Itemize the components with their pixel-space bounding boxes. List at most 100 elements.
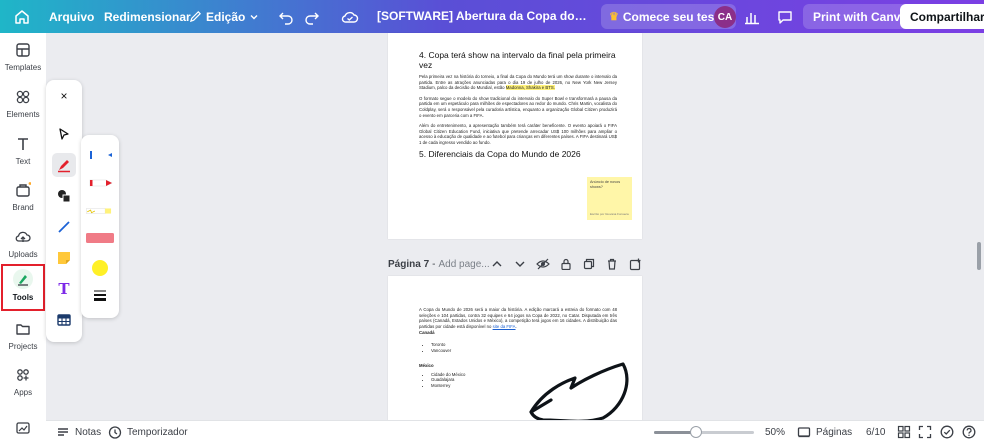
lock-page-button[interactable] [559, 257, 573, 271]
timer-icon [108, 426, 122, 439]
stroke-weight-button[interactable] [83, 283, 117, 307]
home-button[interactable] [14, 0, 30, 33]
duplicate-page-button[interactable] [582, 257, 596, 271]
menu-edicao[interactable]: Edição [189, 0, 259, 33]
help-button[interactable] [962, 421, 976, 443]
sticky-note-icon [58, 252, 70, 264]
freehand-drawing[interactable] [523, 362, 633, 422]
add-page-title-input[interactable]: Add page... [438, 259, 489, 270]
pencil-icon [189, 11, 201, 23]
menu-redimensionar[interactable]: Redimensionar [104, 0, 191, 33]
pages-icon [797, 427, 811, 438]
magic-media-icon[interactable] [15, 420, 31, 436]
page-6-canvas[interactable]: 4. Copa terá show na intervalo da final … [388, 33, 642, 239]
separator: - [432, 258, 436, 270]
grid-icon [897, 425, 911, 439]
draw-tool-button[interactable] [52, 153, 76, 177]
fullscreen-button[interactable] [918, 421, 932, 443]
upload-icon [14, 228, 32, 246]
sidebar-item-label: Projects [8, 342, 38, 351]
delete-page-button[interactable] [605, 257, 619, 271]
page-7-header: Página 7 - Add page... [388, 256, 642, 272]
table-icon [57, 314, 71, 326]
insights-button[interactable] [744, 0, 760, 33]
pen-icon [90, 151, 112, 159]
sidebar-item-templates[interactable]: Templates [0, 41, 46, 72]
table-tool-button[interactable] [52, 308, 76, 332]
sidebar-item-elements[interactable]: Elements [0, 88, 46, 119]
zoom-level[interactable]: 50% [765, 421, 785, 443]
pages-label: Páginas [816, 426, 853, 438]
sidebar-item-text[interactable]: Text [0, 135, 46, 166]
help-icon [962, 425, 976, 439]
sidebar-item-label: Brand [12, 203, 34, 212]
menu-arquivo[interactable]: Arquivo [49, 0, 94, 33]
eraser-button[interactable] [83, 226, 117, 250]
pen-red-button[interactable] [83, 171, 117, 195]
add-page-button[interactable] [628, 257, 642, 271]
pen-blue-button[interactable] [83, 143, 117, 167]
color-picker-button[interactable] [83, 256, 117, 280]
paragraph: Além do entretenimento, a apresentação t… [419, 123, 617, 145]
page-6-text[interactable]: 4. Copa terá show na intervalo da final … [419, 50, 617, 159]
add-page-icon [629, 258, 640, 270]
section-heading-5: 5. Diferenciais da Copa do Mundo de 2026 [419, 148, 581, 159]
select-tool-button[interactable] [52, 122, 76, 146]
text-tool-button[interactable]: T [52, 277, 76, 301]
menu-edicao-label: Edição [206, 9, 246, 24]
sidebar-item-label: Templates [4, 63, 42, 72]
redo-button[interactable] [304, 0, 320, 33]
tools-icon [13, 269, 33, 289]
share-button[interactable]: Compartilhar [900, 4, 984, 29]
trial-button-label: Comece seu test... [622, 9, 729, 24]
move-page-down-button[interactable] [513, 257, 527, 271]
sticky-note-tool-button[interactable] [52, 246, 76, 270]
comments-button[interactable] [777, 0, 793, 33]
document-title[interactable]: [SOFTWARE] Abertura da Copa do Mundo hoj… [377, 0, 587, 33]
sidebar-item-apps[interactable]: Apps [0, 366, 46, 397]
fifa-site-link[interactable]: site da FIFA [493, 324, 516, 329]
bar-chart-icon [745, 12, 759, 24]
shapes-tool-button[interactable] [52, 184, 76, 208]
fullscreen-icon [918, 425, 932, 439]
undo-button[interactable] [278, 0, 294, 33]
timer-button[interactable]: Temporizador [108, 421, 188, 443]
cloud-check-icon [341, 11, 359, 23]
paragraph: A Copa do Mundo de 2026 será a maior da … [419, 307, 617, 329]
sidebar-item-label: Tools [12, 293, 34, 302]
cloud-save-button[interactable] [341, 0, 359, 33]
line-icon [58, 221, 70, 233]
sticky-note[interactable]: Anúncio de novos shows? Escrito por Giov… [587, 177, 632, 220]
paragraph-end: . [515, 323, 517, 329]
highlighter-icon [86, 208, 112, 214]
sidebar-item-projects[interactable]: Projects [0, 320, 46, 351]
page-7-canvas[interactable]: A Copa do Mundo de 2026 será a maior da … [388, 276, 642, 422]
sidebar-item-uploads[interactable]: Uploads [0, 228, 46, 259]
zoom-slider-handle[interactable] [690, 426, 702, 438]
page-label: Página 7 [388, 258, 430, 270]
sidebar-item-brand[interactable]: Brand [0, 181, 46, 212]
zoom-slider[interactable] [654, 421, 754, 443]
notes-button[interactable]: Notas [56, 421, 101, 443]
chevron-down-icon [250, 14, 258, 19]
text-tool-label: T [58, 280, 70, 298]
move-page-up-button[interactable] [490, 257, 504, 271]
hide-page-button[interactable] [536, 257, 550, 271]
grid-view-button[interactable] [897, 421, 911, 443]
avatar[interactable]: CA [714, 6, 736, 28]
eraser-icon [86, 233, 114, 243]
paragraph: Pela primeira vez na história do torneio… [419, 74, 617, 91]
text-icon [14, 135, 32, 153]
close-tools-button[interactable]: × [54, 86, 74, 106]
highlighter-yellow-button[interactable] [83, 199, 117, 223]
pages-button[interactable]: Páginas [797, 421, 852, 443]
duplicate-icon [583, 258, 595, 270]
line-tool-button[interactable] [52, 215, 76, 239]
vertical-scrollbar[interactable] [977, 242, 981, 270]
sidebar-item-tools[interactable]: Tools [1, 264, 45, 311]
paragraph-text: A Copa do Mundo de 2026 será a maior da … [419, 307, 617, 329]
accessibility-check-button[interactable] [940, 421, 954, 443]
comment-icon [778, 10, 792, 24]
paragraph: O formato segue o modelo do show tradici… [419, 95, 617, 118]
sticky-note-text: Anúncio de novos shows? [590, 180, 621, 189]
